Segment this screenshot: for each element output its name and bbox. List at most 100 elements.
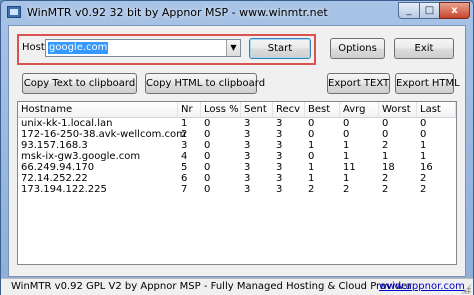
cell-last: 0 (420, 118, 427, 129)
column-header-hostname[interactable]: Hostname (18, 102, 178, 117)
exit-button[interactable]: Exit (394, 38, 454, 59)
cell-hostname: 173.194.122.225 (21, 184, 107, 195)
cell-nr: 3 (181, 140, 188, 151)
export-text-button[interactable]: Export TEXT (327, 73, 390, 94)
copy-html-button[interactable]: Copy HTML to clipboard (145, 73, 265, 94)
cell-loss: 0 (204, 184, 211, 195)
cell-last: 1 (420, 140, 427, 151)
cell-loss: 0 (204, 118, 211, 129)
cell-nr: 4 (181, 151, 188, 162)
app-icon (7, 6, 21, 18)
cell-loss: 0 (204, 129, 211, 140)
cell-sent: 3 (244, 129, 251, 140)
cell-avrg: 2 (343, 184, 350, 195)
copy-text-button[interactable]: Copy Text to clipboard (22, 73, 137, 94)
column-header-worst[interactable]: Worst (379, 102, 417, 117)
table-row[interactable]: msk-ix-gw3.google.com 4 0 3 3 0 1 1 1 (18, 151, 456, 162)
cell-recv: 3 (276, 129, 283, 140)
cell-hostname: 66.249.94.170 (21, 162, 95, 173)
column-header-recv[interactable]: Recv (273, 102, 305, 117)
cell-best: 2 (308, 184, 315, 195)
table-row[interactable]: 173.194.122.225 7 0 3 3 2 2 2 2 (18, 184, 456, 195)
cell-avrg: 0 (343, 129, 350, 140)
column-header-sent[interactable]: Sent (241, 102, 273, 117)
minimize-button[interactable]: _ (398, 2, 420, 19)
cell-sent: 3 (244, 173, 251, 184)
status-bar: WinMTR v0.92 GPL V2 by Appnor MSP - Full… (1, 278, 473, 295)
cell-worst: 2 (382, 173, 389, 184)
table-row[interactable]: 172-16-250-38.avk-wellcom.com 2 0 3 3 0 … (18, 129, 456, 140)
cell-recv: 3 (276, 173, 283, 184)
cell-loss: 0 (204, 162, 211, 173)
cell-best: 1 (308, 173, 315, 184)
column-header-avrg[interactable]: Avrg (340, 102, 379, 117)
cell-worst: 0 (382, 118, 389, 129)
client-area: Host: google.com ▼ Start Options Exit Co… (8, 25, 466, 277)
cell-hostname: unix-kk-1.local.lan (21, 118, 113, 129)
cell-worst: 2 (382, 140, 389, 151)
cell-avrg: 0 (343, 118, 350, 129)
trace-results-list[interactable]: Hostname Nr Loss % Sent Recv Best Avrg W… (17, 101, 457, 265)
table-row[interactable]: unix-kk-1.local.lan 1 0 3 3 0 0 0 0 (18, 118, 456, 129)
column-header-loss[interactable]: Loss % (201, 102, 241, 117)
cell-nr: 2 (181, 129, 188, 140)
export-html-button[interactable]: Export HTML (395, 73, 460, 94)
cell-sent: 3 (244, 184, 251, 195)
cell-sent: 3 (244, 118, 251, 129)
cell-last: 16 (420, 162, 433, 173)
status-text: WinMTR v0.92 GPL V2 by Appnor MSP - Full… (11, 281, 412, 292)
appnor-link[interactable]: www.appnor.com (379, 281, 465, 292)
cell-avrg: 1 (343, 151, 350, 162)
cell-recv: 3 (276, 118, 283, 129)
chevron-down-icon[interactable]: ▼ (226, 40, 240, 56)
maximize-button[interactable]: □ (419, 2, 440, 19)
cell-loss: 0 (204, 140, 211, 151)
cell-sent: 3 (244, 151, 251, 162)
column-header-nr[interactable]: Nr (178, 102, 201, 117)
title-bar[interactable]: WinMTR v0.92 32 bit by Appnor MSP - www.… (1, 1, 473, 25)
cell-loss: 0 (204, 151, 211, 162)
cell-last: 0 (420, 129, 427, 140)
cell-sent: 3 (244, 162, 251, 173)
cell-worst: 1 (382, 151, 389, 162)
cell-hostname: 72.14.252.22 (21, 173, 88, 184)
close-button[interactable]: x (439, 2, 470, 19)
cell-recv: 3 (276, 162, 283, 173)
cell-best: 0 (308, 118, 315, 129)
options-button[interactable]: Options (330, 38, 385, 59)
window-title: WinMTR v0.92 32 bit by Appnor MSP - www.… (27, 6, 328, 19)
cell-avrg: 1 (343, 140, 350, 151)
cell-recv: 3 (276, 140, 283, 151)
table-row[interactable]: 93.157.168.3 3 0 3 3 1 1 2 1 (18, 140, 456, 151)
host-combobox[interactable]: google.com ▼ (45, 39, 241, 57)
cell-last: 1 (420, 151, 427, 162)
cell-best: 0 (308, 129, 315, 140)
app-window: WinMTR v0.92 32 bit by Appnor MSP - www.… (0, 0, 474, 295)
cell-sent: 3 (244, 140, 251, 151)
start-button[interactable]: Start (249, 38, 311, 59)
cell-worst: 18 (382, 162, 395, 173)
cell-best: 0 (308, 151, 315, 162)
table-row[interactable]: 72.14.252.22 6 0 3 3 1 1 2 2 (18, 173, 456, 184)
cell-avrg: 1 (343, 173, 350, 184)
cell-recv: 3 (276, 151, 283, 162)
list-header: Hostname Nr Loss % Sent Recv Best Avrg W… (18, 102, 456, 118)
cell-nr: 1 (181, 118, 188, 129)
cell-last: 2 (420, 173, 427, 184)
cell-last: 2 (420, 184, 427, 195)
column-header-best[interactable]: Best (305, 102, 340, 117)
cell-nr: 6 (181, 173, 188, 184)
column-header-last[interactable]: Last (417, 102, 456, 117)
cell-recv: 3 (276, 184, 283, 195)
cell-nr: 5 (181, 162, 188, 173)
cell-nr: 7 (181, 184, 188, 195)
cell-worst: 2 (382, 184, 389, 195)
cell-hostname: 93.157.168.3 (21, 140, 88, 151)
table-row[interactable]: 66.249.94.170 5 0 3 3 1 11 18 16 (18, 162, 456, 173)
cell-loss: 0 (204, 173, 211, 184)
cell-hostname: 172-16-250-38.avk-wellcom.com (21, 129, 186, 140)
host-input-value[interactable]: google.com (48, 42, 109, 54)
cell-avrg: 11 (343, 162, 356, 173)
cell-best: 1 (308, 162, 315, 173)
cell-hostname: msk-ix-gw3.google.com (21, 151, 141, 162)
